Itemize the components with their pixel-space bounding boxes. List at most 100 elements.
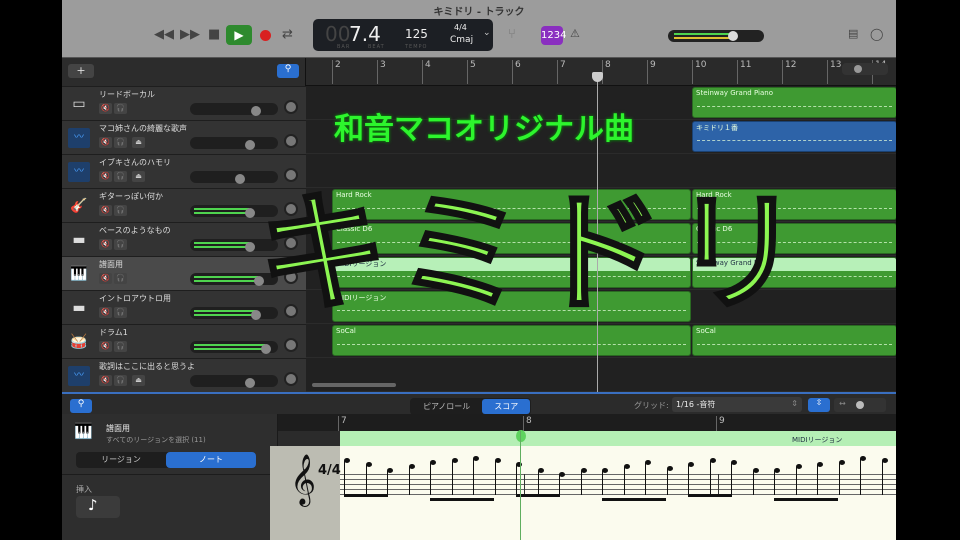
pan-knob[interactable]: [284, 100, 298, 114]
tab-piano-roll[interactable]: ピアノロール: [411, 399, 482, 414]
volume-knob[interactable]: [234, 174, 245, 184]
volume-slider[interactable]: [190, 341, 278, 354]
note[interactable]: [473, 456, 479, 495]
track-header[interactable]: ▭ リードボーカル 🔇 🎧: [62, 86, 306, 120]
note[interactable]: [860, 456, 866, 495]
mute-icon[interactable]: 🔇: [99, 375, 112, 386]
volume-slider[interactable]: [190, 103, 278, 116]
note[interactable]: [580, 468, 587, 495]
note[interactable]: [451, 458, 458, 495]
notepad-icon[interactable]: ▤: [848, 27, 858, 40]
region[interactable]: キミドリ１番: [692, 121, 896, 152]
note[interactable]: [430, 460, 436, 495]
tab-score[interactable]: スコア: [482, 399, 531, 414]
play-button[interactable]: ▶: [226, 25, 252, 45]
note[interactable]: [408, 464, 415, 495]
region[interactable]: Steinway Grand Piano: [692, 87, 896, 118]
headphones-icon[interactable]: 🎧: [114, 137, 127, 148]
pan-knob[interactable]: [284, 372, 298, 386]
zoom-slider[interactable]: [842, 63, 888, 75]
editor-ruler[interactable]: 7 8 9: [278, 414, 896, 431]
headphones-icon[interactable]: 🎧: [114, 205, 127, 216]
mute-icon[interactable]: 🔇: [99, 103, 112, 114]
mute-icon[interactable]: 🔇: [99, 341, 112, 352]
count-in-button[interactable]: 1234: [541, 26, 566, 45]
tuner-icon[interactable]: ⑂: [508, 27, 516, 42]
note[interactable]: [881, 458, 888, 495]
pan-knob[interactable]: [284, 338, 298, 352]
note[interactable]: [387, 468, 393, 495]
smart-controls-icon[interactable]: ⚲: [277, 64, 299, 78]
note[interactable]: [602, 468, 608, 495]
volume-knob[interactable]: [261, 344, 272, 354]
loop-browser-icon[interactable]: ◯: [870, 27, 883, 41]
track-header[interactable]: 🥁 ドラム1 🔇 🎧: [62, 324, 306, 358]
mute-icon[interactable]: 🔇: [99, 137, 112, 148]
note[interactable]: [623, 464, 630, 495]
note[interactable]: [731, 460, 737, 495]
volume-knob[interactable]: [245, 242, 256, 252]
headphones-icon[interactable]: 🎧: [114, 375, 127, 386]
note[interactable]: [709, 458, 716, 495]
mute-icon[interactable]: 🔇: [99, 307, 112, 318]
note[interactable]: [774, 468, 780, 495]
note[interactable]: [494, 458, 501, 495]
record-button[interactable]: [260, 30, 271, 41]
segment-region[interactable]: リージョン: [76, 452, 166, 468]
volume-slider[interactable]: [190, 375, 278, 388]
add-track-button[interactable]: +: [68, 64, 94, 78]
mute-icon[interactable]: 🔇: [99, 205, 112, 216]
pan-knob[interactable]: [284, 134, 298, 148]
lcd-display[interactable]: 00 7.4 BAR BEAT 125 TEMPO 4/4 Cmaj ⌄: [313, 19, 493, 51]
headphones-icon[interactable]: 🎧: [114, 239, 127, 250]
headphones-icon[interactable]: 🎧: [114, 171, 127, 182]
stop-button[interactable]: ■: [208, 27, 220, 42]
input-monitor-icon[interactable]: ⏏: [132, 375, 145, 386]
insert-note-select[interactable]: ♪: [76, 496, 120, 518]
master-volume-slider[interactable]: [668, 30, 764, 42]
grid-select[interactable]: 1/16 -音符 ⇕: [672, 397, 802, 412]
note[interactable]: [752, 468, 759, 495]
region[interactable]: SoCal: [692, 325, 896, 356]
headphones-icon[interactable]: 🎧: [114, 103, 127, 114]
headphones-icon[interactable]: 🎧: [114, 307, 127, 318]
mute-icon[interactable]: 🔇: [99, 239, 112, 250]
rewind-button[interactable]: ◀◀: [154, 27, 174, 42]
editor-playhead[interactable]: [520, 430, 521, 540]
fit-icon[interactable]: ⇳: [808, 398, 830, 412]
note[interactable]: [516, 462, 522, 495]
cycle-button[interactable]: ⇄: [282, 27, 293, 42]
note[interactable]: [344, 458, 350, 495]
input-monitor-icon[interactable]: ⏏: [132, 137, 145, 148]
note[interactable]: [838, 460, 845, 495]
note[interactable]: [365, 462, 372, 495]
note[interactable]: [688, 462, 694, 495]
segment-note[interactable]: ノート: [166, 452, 256, 468]
master-volume-knob[interactable]: [728, 31, 739, 41]
note[interactable]: [537, 468, 544, 495]
note[interactable]: [817, 462, 823, 495]
mute-icon[interactable]: 🔇: [99, 171, 112, 182]
chevron-down-icon[interactable]: ⌄: [483, 28, 491, 38]
input-monitor-icon[interactable]: ⏏: [132, 171, 145, 182]
horizontal-scrollbar[interactable]: [312, 383, 396, 387]
note[interactable]: [795, 464, 802, 495]
mute-icon[interactable]: 🔇: [99, 273, 112, 284]
score-staff[interactable]: [340, 446, 896, 540]
metronome-icon[interactable]: ⚠: [570, 27, 580, 40]
track-header[interactable]: 〰 歌詞はここに出ると思うよ 🔇 🎧 ⏏: [62, 358, 306, 392]
volume-knob[interactable]: [245, 140, 256, 150]
fast-forward-button[interactable]: ▶▶: [180, 27, 200, 42]
volume-slider[interactable]: [190, 137, 278, 150]
volume-knob[interactable]: [245, 208, 256, 218]
volume-knob[interactable]: [245, 378, 256, 388]
headphones-icon[interactable]: 🎧: [114, 341, 127, 352]
note[interactable]: [645, 460, 651, 495]
region[interactable]: SoCal: [332, 325, 691, 356]
note[interactable]: [666, 466, 673, 495]
track-inspector-icon[interactable]: ⚲: [70, 399, 92, 413]
note[interactable]: [559, 472, 565, 495]
horizontal-zoom-slider[interactable]: ↔: [834, 398, 886, 412]
headphones-icon[interactable]: 🎧: [114, 273, 127, 284]
track-header[interactable]: 〰 マコ姉さんの綺麗な歌声 🔇 🎧 ⏏: [62, 120, 306, 154]
